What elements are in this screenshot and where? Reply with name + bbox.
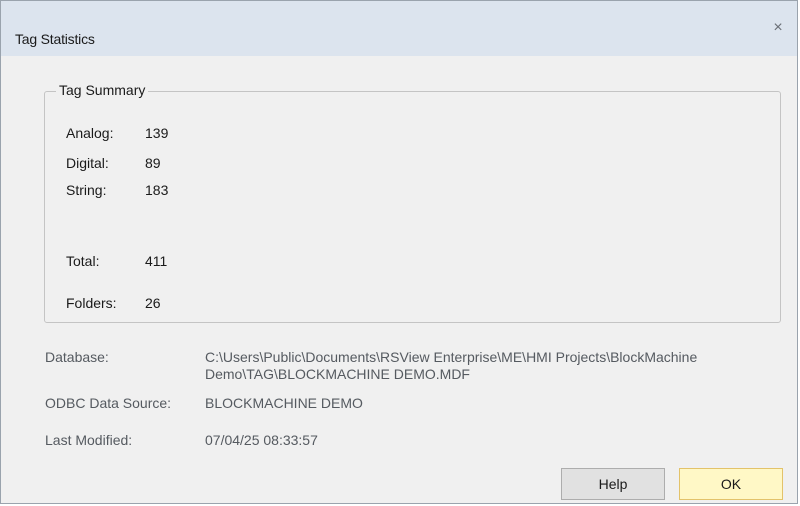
total-label: Total: <box>66 253 100 269</box>
database-path: C:\Users\Public\Documents\RSView Enterpr… <box>205 349 698 382</box>
odbc-data-source-label: ODBC Data Source: <box>45 395 172 411</box>
odbc-data-source-value: BLOCKMACHINE DEMO <box>205 395 363 411</box>
tag-statistics-dialog: Tag Statistics × Tag Summary Analog: 139… <box>0 0 798 504</box>
help-button[interactable]: Help <box>561 468 665 500</box>
analog-value: 139 <box>145 125 169 141</box>
tag-summary-legend: Tag Summary <box>56 82 149 98</box>
ok-button[interactable]: OK <box>679 468 783 500</box>
last-modified-label: Last Modified: <box>45 432 133 448</box>
string-label: String: <box>66 182 107 198</box>
analog-label: Analog: <box>66 125 114 141</box>
database-label: Database: <box>45 349 109 365</box>
digital-value: 89 <box>145 155 161 171</box>
dialog-title: Tag Statistics <box>15 31 95 47</box>
string-value: 183 <box>145 182 169 198</box>
folders-label: Folders: <box>66 295 117 311</box>
last-modified-value: 07/04/25 08:33:57 <box>205 432 318 448</box>
close-icon[interactable]: × <box>767 17 789 39</box>
total-value: 411 <box>145 253 168 269</box>
digital-label: Digital: <box>66 155 109 171</box>
folders-value: 26 <box>145 295 161 311</box>
title-bar[interactable]: Tag Statistics × <box>1 1 797 56</box>
